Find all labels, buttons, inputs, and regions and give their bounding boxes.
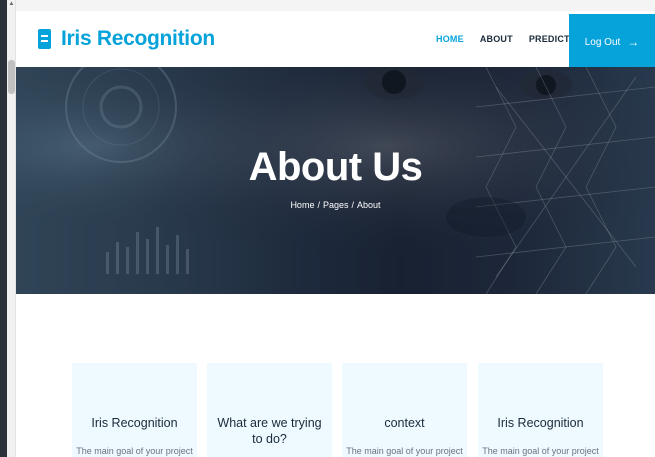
feature-card: Iris Recognition The main goal of your p… xyxy=(72,363,197,457)
brand-name: Iris Recognition xyxy=(61,27,215,50)
breadcrumb: Home / Pages / About xyxy=(290,200,381,210)
top-strip xyxy=(16,0,655,11)
scroll-up-arrow-icon[interactable]: ▲ xyxy=(8,1,15,8)
brand-logo[interactable]: Iris Recognition xyxy=(38,26,215,52)
card-text: The main goal of your project xyxy=(482,446,599,456)
navbar: Iris Recognition HOME ABOUT PREDICTIONS … xyxy=(16,11,655,70)
nav-item-about[interactable]: ABOUT xyxy=(480,34,513,44)
card-title: Iris Recognition xyxy=(497,416,584,430)
scrollbar[interactable]: ▲ xyxy=(7,0,16,457)
breadcrumb-about: About xyxy=(357,200,381,210)
feature-card: context The main goal of your project xyxy=(342,363,467,457)
card-text: The main goal of your project xyxy=(76,446,193,456)
breadcrumb-home[interactable]: Home xyxy=(290,200,314,210)
hero-banner: About Us Home / Pages / About xyxy=(16,67,655,294)
book-icon xyxy=(38,29,51,49)
arrow-right-icon: → xyxy=(627,35,640,49)
card-title: What are we trying to do? xyxy=(217,416,322,446)
nav-item-home[interactable]: HOME xyxy=(436,34,464,44)
logout-label: Log Out xyxy=(584,36,621,48)
logout-button[interactable]: Log Out → xyxy=(569,14,655,70)
card-text: The main goal of your project xyxy=(346,446,463,456)
scrollbar-thumb[interactable] xyxy=(8,60,15,94)
page-title: About Us xyxy=(248,145,423,189)
card-title: Iris Recognition xyxy=(91,416,178,430)
card-title: context xyxy=(384,416,425,430)
breadcrumb-pages[interactable]: Pages xyxy=(323,200,349,210)
window-edge xyxy=(0,0,7,457)
feature-card: What are we trying to do? xyxy=(207,363,332,457)
feature-card: Iris Recognition The main goal of your p… xyxy=(478,363,603,457)
